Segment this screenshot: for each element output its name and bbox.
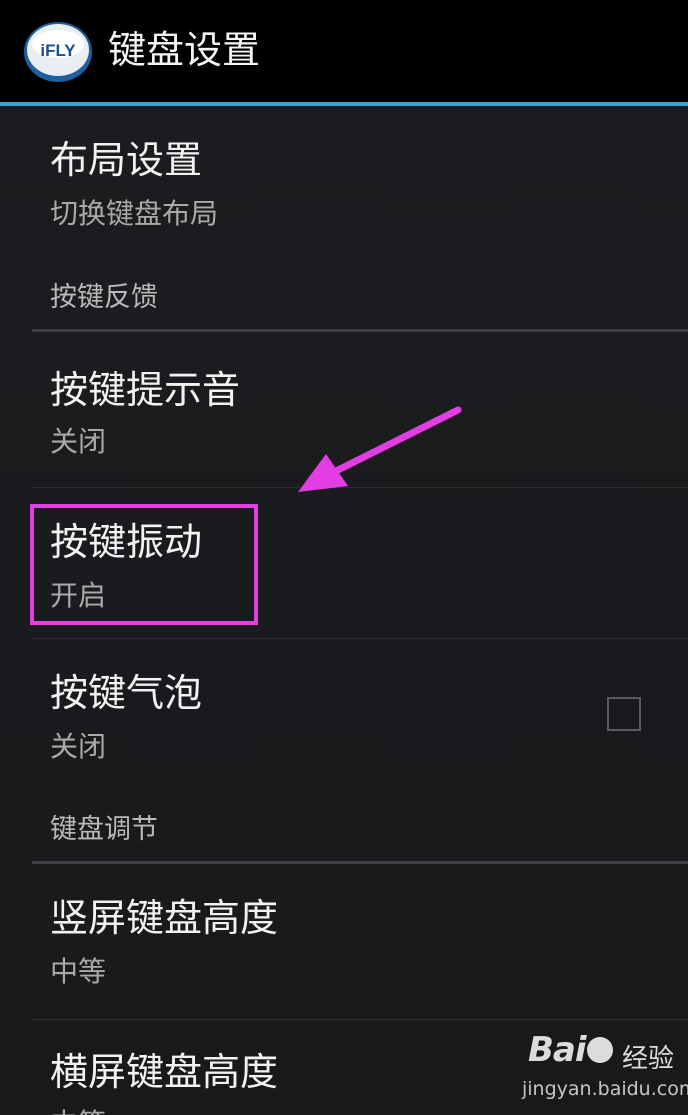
settings-screen: iFLY 键盘设置 布局设置 切换键盘布局 按键反馈 按键提示音 关闭 按键振动…	[0, 0, 688, 1115]
pref-layout-settings[interactable]: 布局设置 切换键盘布局	[0, 106, 688, 256]
baidu-jingyan-watermark: Bai 经验 jingyan.baidu.com	[520, 1028, 688, 1112]
pref-title: 横屏键盘高度	[50, 1050, 279, 1094]
pref-title: 布局设置	[50, 138, 203, 182]
pref-summary: 切换键盘布局	[50, 197, 219, 230]
pref-title: 按键提示音	[50, 368, 241, 412]
action-bar: iFLY 键盘设置	[0, 0, 688, 106]
watermark-logo: Bai	[528, 1030, 614, 1070]
pref-portrait-keyboard-height[interactable]: 竖屏键盘高度 中等	[0, 866, 688, 1018]
pref-summary: 中等	[50, 955, 107, 988]
ifly-logo-text: iFLY	[40, 41, 76, 60]
key-bubble-checkbox[interactable]	[607, 697, 641, 731]
pref-summary: 关闭	[50, 730, 107, 763]
pref-summary: 中等	[50, 1106, 106, 1115]
pref-title: 按键气泡	[50, 671, 203, 715]
watermark-cn: 经验	[622, 1044, 675, 1074]
paw-icon	[586, 1037, 613, 1063]
pref-summary: 关闭	[50, 425, 107, 458]
pref-key-vibration[interactable]: 按键振动 开启	[0, 488, 688, 638]
category-keyboard-adjust: 键盘调节	[50, 814, 158, 845]
watermark-url: jingyan.baidu.com	[522, 1078, 688, 1100]
category-divider	[32, 861, 688, 864]
pref-key-sound[interactable]: 按键提示音 关闭	[0, 334, 688, 486]
category-divider	[32, 329, 688, 332]
pref-title: 竖屏键盘高度	[50, 896, 279, 940]
pref-summary: 开启	[50, 579, 107, 612]
ifly-app-icon[interactable]: iFLY	[22, 16, 94, 84]
pref-key-bubble[interactable]: 按键气泡 关闭	[0, 639, 688, 789]
category-key-feedback: 按键反馈	[50, 282, 158, 313]
page-title: 键盘设置	[108, 28, 261, 72]
watermark-logo-text: Bai	[528, 1030, 587, 1070]
pref-title: 按键振动	[50, 520, 203, 564]
